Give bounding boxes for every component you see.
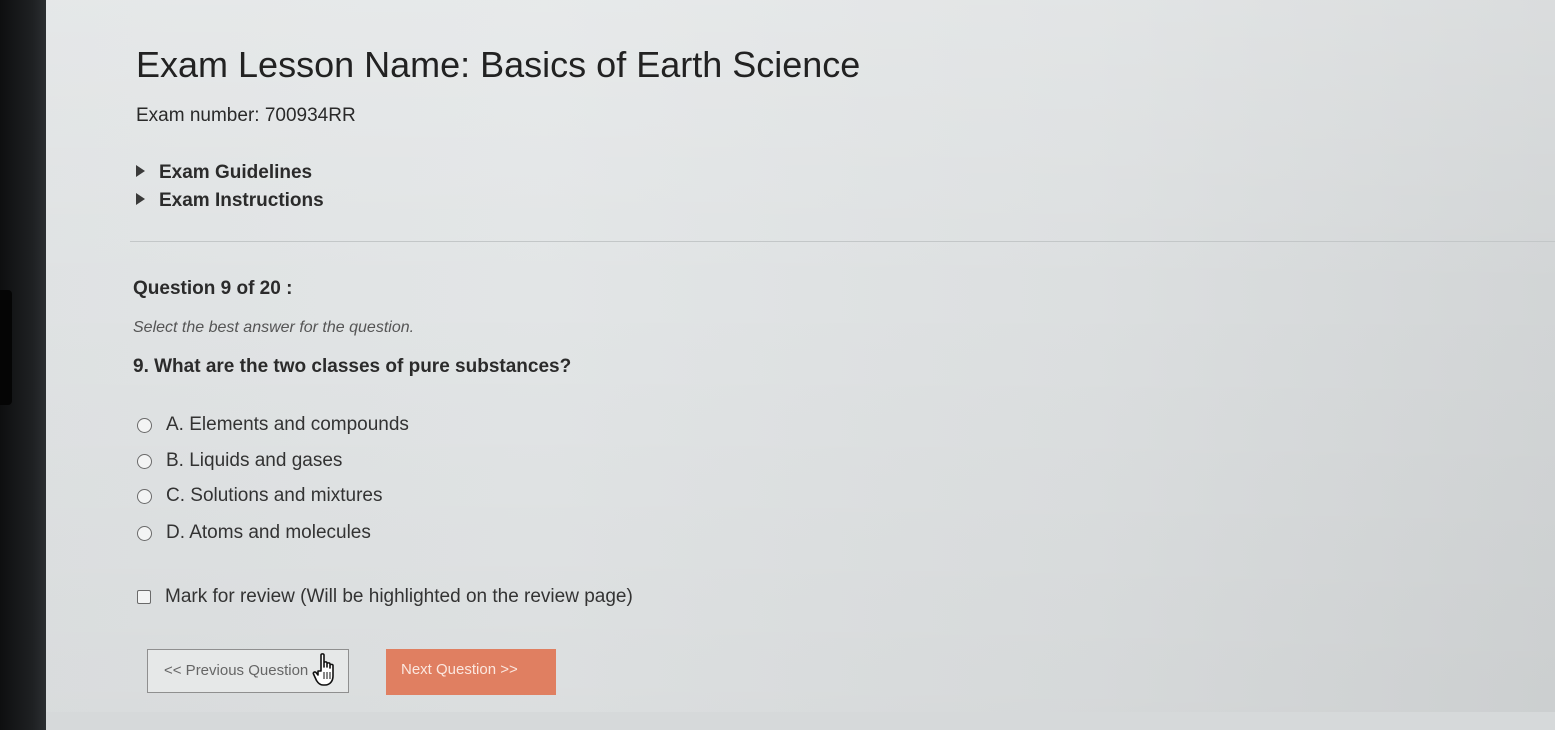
question-text: 9. What are the two classes of pure subs…: [133, 356, 572, 377]
exam-instructions-toggle[interactable]: Exam Instructions: [136, 190, 324, 212]
answer-option-a[interactable]: A. Elements and compounds: [137, 414, 409, 436]
next-question-button[interactable]: Next Question >>: [386, 649, 556, 695]
review-label: Mark for review (Will be highlighted on …: [165, 586, 633, 607]
mark-for-review[interactable]: Mark for review (Will be highlighted on …: [137, 586, 633, 608]
exam-instructions-label: Exam Instructions: [159, 190, 324, 211]
review-checkbox[interactable]: [137, 590, 151, 604]
exam-number: Exam number: 700934RR: [136, 105, 356, 126]
radio-button[interactable]: [137, 417, 152, 433]
answer-option-label: C. Solutions and mixtures: [166, 485, 383, 506]
section-divider: [130, 241, 1555, 242]
exam-guidelines-toggle[interactable]: Exam Guidelines: [136, 162, 312, 184]
answer-option-label: B. Liquids and gases: [166, 450, 343, 471]
question-counter: Question 9 of 20 :: [133, 278, 293, 299]
answer-option-label: D. Atoms and molecules: [166, 522, 371, 543]
answer-option-c[interactable]: C. Solutions and mixtures: [137, 485, 383, 507]
answer-option-label: A. Elements and compounds: [166, 414, 409, 435]
answer-option-b[interactable]: B. Liquids and gases: [137, 450, 342, 472]
answer-option-d[interactable]: D. Atoms and molecules: [137, 522, 371, 544]
bezel-edge: [0, 290, 12, 405]
triangle-right-icon: [136, 165, 145, 177]
triangle-right-icon: [136, 193, 145, 205]
page-bottom-edge: [46, 712, 1555, 730]
radio-button[interactable]: [137, 488, 152, 504]
radio-button[interactable]: [137, 453, 152, 469]
hand-pointer-icon: [312, 653, 334, 686]
question-instruction: Select the best answer for the question.: [133, 319, 415, 336]
radio-button[interactable]: [137, 525, 152, 541]
exam-guidelines-label: Exam Guidelines: [159, 162, 313, 183]
screen-bezel: [0, 0, 46, 730]
page-title: Exam Lesson Name: Basics of Earth Scienc…: [136, 44, 861, 85]
